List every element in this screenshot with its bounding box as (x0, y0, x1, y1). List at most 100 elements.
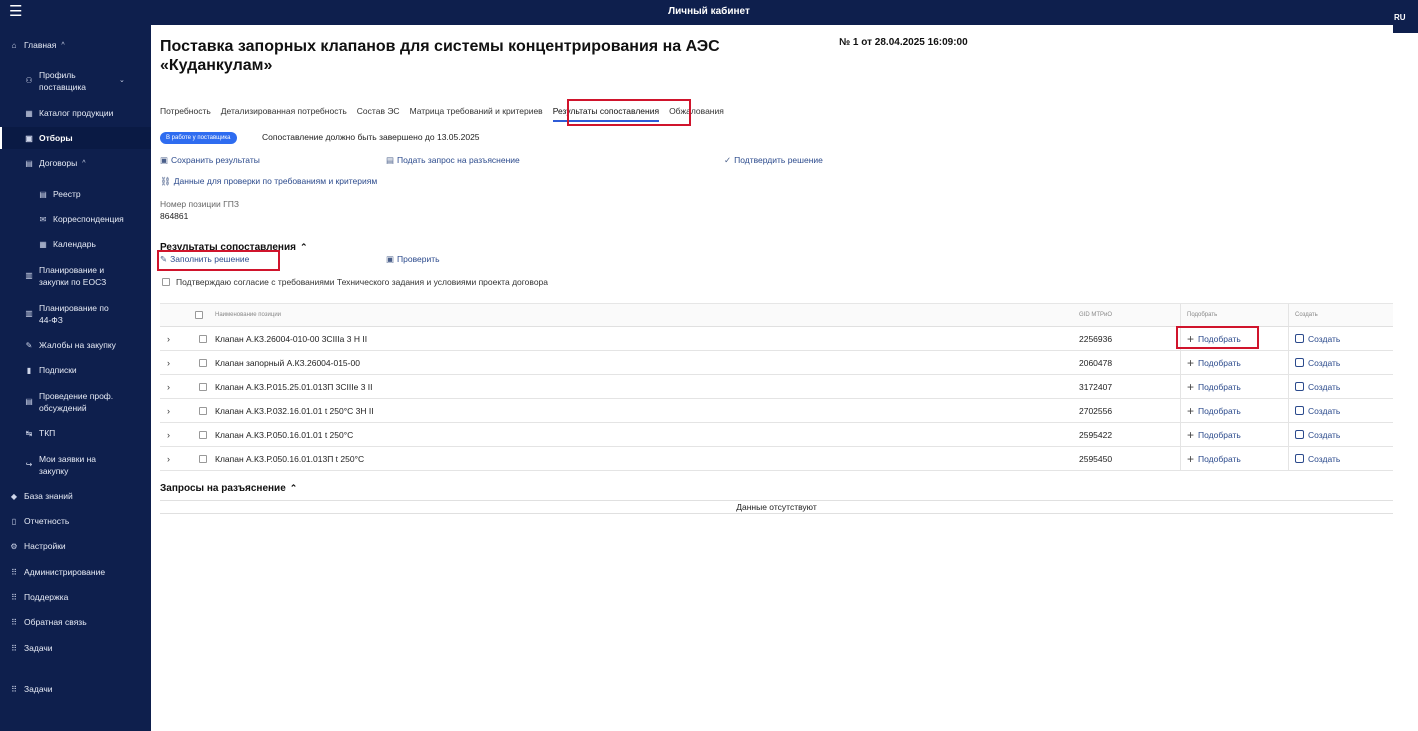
tab-detailed-demand[interactable]: Детализированная потребность (221, 106, 347, 122)
feedback-icon: ⠿ (11, 617, 17, 627)
column-header-name: Наименование позиции (215, 312, 282, 318)
sidebar-item-support[interactable]: ⠿ Поддержка (9, 592, 68, 602)
top-bar: ☰ Личный кабинет (0, 0, 1418, 25)
agree-checkbox[interactable] (162, 278, 170, 286)
row-name: Клапан А.КЗ.Р.015.25.01.013П 3СIIIе 3 II (215, 381, 373, 392)
pick-button[interactable]: + Подобрать (1187, 399, 1241, 422)
row-name: Клапан А.КЗ.Р.032.16.01.01 t 250°С 3Н II (215, 405, 374, 416)
plan44-icon: ▥ (25, 309, 33, 318)
save-results-button[interactable]: ▣ Сохранить результаты (160, 155, 260, 166)
sidebar-item-calendar[interactable]: ▦ Календарь (38, 239, 96, 249)
plus-icon: + (1187, 403, 1195, 418)
row-checkbox[interactable] (199, 327, 213, 350)
settings-icon: ⚙ (10, 541, 18, 551)
sidebar-item-subscriptions[interactable]: ▮ Подписки (24, 365, 77, 375)
expand-chevron-icon[interactable]: › (167, 423, 170, 446)
home-icon: ⌂ (11, 40, 17, 50)
create-button[interactable]: Создать (1295, 351, 1340, 374)
table-row: › Клапан А.КЗ.Р.050.16.01.013П t 250°С 2… (160, 447, 1393, 471)
create-button[interactable]: Создать (1295, 375, 1340, 398)
chevron-up-icon: ⌃ (299, 242, 308, 252)
row-checkbox[interactable] (199, 447, 213, 470)
create-button[interactable]: Создать (1295, 447, 1340, 470)
sidebar-item-selections[interactable]: ▣ Отборы (24, 133, 72, 143)
sidebar-item-my-requests[interactable]: ↪ Мои заявки на закупку (24, 453, 139, 477)
plus-icon: + (1187, 427, 1195, 442)
agree-checkbox-row[interactable]: Подтверждаю согласие с требованиями Техн… (162, 277, 548, 287)
edit-icon (1295, 382, 1304, 391)
confirm-decision-button[interactable]: ✓ Подтвердить решение (724, 155, 823, 166)
sidebar-item-catalog[interactable]: ▦ Каталог продукции (24, 108, 113, 118)
select-all-checkbox[interactable] (195, 304, 209, 326)
chevron-up-icon: ^ (61, 41, 65, 49)
pick-button[interactable]: + Подобрать (1187, 351, 1241, 374)
sidebar-item-complaints[interactable]: ✎ Жалобы на закупку (24, 340, 116, 350)
request-clarification-button[interactable]: ▤ Подать запрос на разъяснение (386, 155, 520, 166)
create-button[interactable]: Создать (1295, 327, 1340, 350)
sidebar-item-settings[interactable]: ⚙ Настройки (9, 541, 65, 551)
edit-icon (1295, 406, 1304, 415)
verify-button[interactable]: ▣ Проверить (386, 254, 440, 265)
expand-chevron-icon[interactable]: › (167, 375, 170, 398)
create-button[interactable]: Создать (1295, 399, 1340, 422)
expand-chevron-icon[interactable]: › (167, 351, 170, 374)
row-checkbox[interactable] (199, 399, 213, 422)
row-name: Клапан запорный А.КЗ.26004-015-00 (215, 357, 360, 368)
sidebar-item-tasks-2[interactable]: ⠿ Задачи (9, 684, 52, 694)
app-title: Личный кабинет (668, 6, 750, 17)
requests-icon: ↪ (25, 460, 33, 469)
row-gid: 3172407 (1079, 381, 1113, 392)
sidebar-item-knowledge[interactable]: ◆ База знаний (9, 491, 73, 501)
sidebar-item-registry[interactable]: ▤ Реестр (38, 189, 80, 199)
sidebar-item-planning-44fz[interactable]: ▥ Планирование по 44-ФЗ (24, 302, 139, 326)
plan-icon: ▥ (25, 271, 33, 280)
sidebar-item-planning-eosz[interactable]: ▥ Планирование и закупки по ЕОСЗ (24, 264, 139, 288)
table-row: › Клапан запорный А.КЗ.26004-015-00 2060… (160, 351, 1393, 375)
highlight-box (1176, 326, 1259, 349)
document-number: № 1 от 28.04.2025 16:09:00 (839, 37, 968, 48)
row-gid: 2702556 (1079, 405, 1113, 416)
expand-chevron-icon[interactable]: › (167, 327, 170, 350)
row-checkbox[interactable] (199, 423, 213, 446)
expand-chevron-icon[interactable]: › (167, 399, 170, 422)
empty-state: Данные отсутствуют (160, 500, 1393, 514)
tab-demand[interactable]: Потребность (160, 106, 211, 122)
sidebar-item-contracts[interactable]: ▤ Договоры ^ (24, 158, 86, 168)
pick-button[interactable]: + Подобрать (1187, 447, 1241, 470)
row-gid: 2595450 (1079, 453, 1113, 464)
catalog-icon: ▦ (25, 108, 33, 118)
sidebar-item-admin[interactable]: ⠿ Администрирование (9, 567, 105, 577)
highlight-box (567, 99, 691, 126)
tab-es-composition[interactable]: Состав ЭС (357, 106, 400, 122)
chevron-down-icon: ⌄ (119, 77, 125, 84)
sidebar-item-correspondence[interactable]: ✉ Корреспонденция (38, 214, 124, 224)
subscription-icon: ▮ (26, 365, 32, 375)
support-icon: ⠿ (11, 592, 17, 602)
column-header-pick: Подобрать (1187, 312, 1218, 318)
expand-chevron-icon[interactable]: › (167, 447, 170, 470)
plus-icon: + (1187, 355, 1195, 370)
requests-section-title[interactable]: Запросы на разъяснение ⌃ (160, 483, 297, 494)
row-checkbox[interactable] (199, 375, 213, 398)
chevron-up-icon: ⌃ (289, 483, 298, 493)
pick-button[interactable]: + Подобрать (1187, 375, 1241, 398)
mail-icon: ✉ (39, 214, 47, 224)
sidebar-item-reports[interactable]: ▯ Отчетность (9, 516, 69, 526)
create-button[interactable]: Создать (1295, 423, 1340, 446)
check-data-link[interactable]: ⛓ Данные для проверки по требованиям и кр… (160, 176, 377, 187)
edit-icon (1295, 334, 1304, 343)
sidebar-item-profile[interactable]: ⚇ Профиль поставщика ⌄ (24, 69, 144, 93)
table-row: › Клапан А.КЗ.Р.032.16.01.01 t 250°С 3Н … (160, 399, 1393, 423)
row-checkbox[interactable] (199, 351, 213, 374)
sidebar-item-feedback[interactable]: ⠿ Обратная связь (9, 617, 87, 627)
pick-button[interactable]: + Подобрать (1187, 423, 1241, 446)
knowledge-icon: ◆ (10, 491, 18, 501)
row-gid: 2060478 (1079, 357, 1113, 368)
chevron-up-icon: ^ (82, 159, 86, 167)
sidebar-item-tasks[interactable]: ⠿ Задачи (9, 643, 52, 653)
table-row: › Клапан А.КЗ.Р.015.25.01.013П 3СIIIе 3 … (160, 375, 1393, 399)
tab-requirements-matrix[interactable]: Матрица требований и критериев (410, 106, 543, 122)
sidebar-item-home[interactable]: ⌂ Главная ^ (9, 40, 65, 50)
sidebar-item-discussions[interactable]: ▤ Проведение проф. обсуждений (24, 390, 139, 414)
sidebar-item-tkp[interactable]: ↹ ТКП (24, 428, 56, 438)
